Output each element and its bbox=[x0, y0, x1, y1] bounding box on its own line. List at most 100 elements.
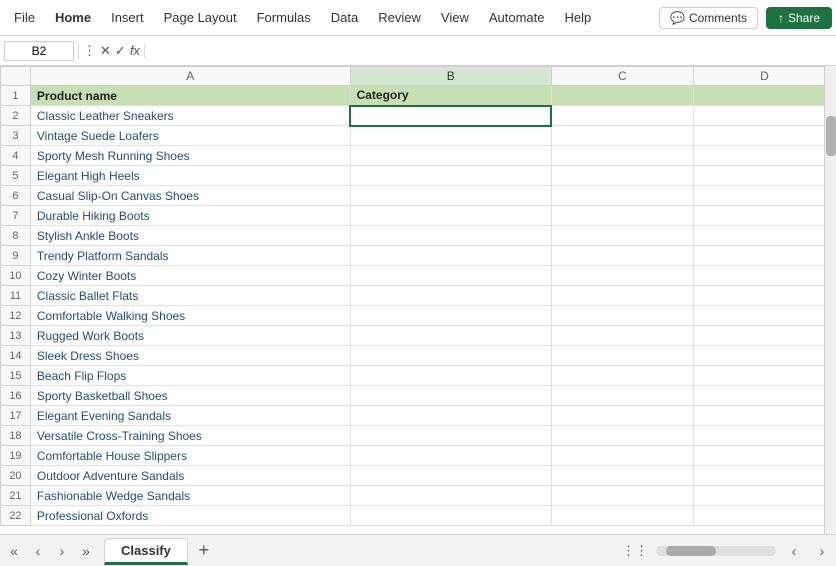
cell-d21[interactable] bbox=[693, 486, 835, 506]
scroll-left-button[interactable]: ‹ bbox=[784, 541, 804, 561]
header-col-c[interactable] bbox=[551, 86, 693, 106]
scroll-right-button[interactable]: › bbox=[812, 541, 832, 561]
cell-b21[interactable] bbox=[350, 486, 551, 506]
cell-c8[interactable] bbox=[551, 226, 693, 246]
cell-a16[interactable]: Sporty Basketball Shoes bbox=[30, 386, 350, 406]
cell-d14[interactable] bbox=[693, 346, 835, 366]
share-button[interactable]: ↑ Share bbox=[766, 7, 832, 29]
scrollbar-thumb[interactable] bbox=[666, 546, 716, 556]
horizontal-scrollbar[interactable] bbox=[656, 546, 776, 556]
cell-c18[interactable] bbox=[551, 426, 693, 446]
confirm-icon[interactable]: ✓ bbox=[115, 43, 126, 59]
menu-pagelayout[interactable]: Page Layout bbox=[154, 6, 247, 29]
cell-d2[interactable] bbox=[693, 106, 835, 126]
col-header-a[interactable]: A bbox=[30, 67, 350, 86]
cell-c3[interactable] bbox=[551, 126, 693, 146]
cell-d10[interactable] bbox=[693, 266, 835, 286]
header-category[interactable]: Category bbox=[350, 86, 551, 106]
cell-c6[interactable] bbox=[551, 186, 693, 206]
menu-formulas[interactable]: Formulas bbox=[247, 6, 321, 29]
col-header-b[interactable]: B bbox=[350, 67, 551, 86]
cell-d16[interactable] bbox=[693, 386, 835, 406]
cell-d18[interactable] bbox=[693, 426, 835, 446]
cell-d22[interactable] bbox=[693, 506, 835, 526]
menu-view[interactable]: View bbox=[431, 6, 479, 29]
cell-b2[interactable] bbox=[350, 106, 551, 126]
comments-button[interactable]: 💬 Comments bbox=[659, 7, 758, 29]
cell-b10[interactable] bbox=[350, 266, 551, 286]
cell-b9[interactable] bbox=[350, 246, 551, 266]
cell-d12[interactable] bbox=[693, 306, 835, 326]
cell-a21[interactable]: Fashionable Wedge Sandals bbox=[30, 486, 350, 506]
cell-d20[interactable] bbox=[693, 466, 835, 486]
menu-automate[interactable]: Automate bbox=[479, 6, 555, 29]
cell-b3[interactable] bbox=[350, 126, 551, 146]
scrollbar-track[interactable] bbox=[656, 546, 776, 556]
cell-a12[interactable]: Comfortable Walking Shoes bbox=[30, 306, 350, 326]
add-sheet-button[interactable]: + bbox=[192, 539, 216, 563]
cancel-icon[interactable]: ✕ bbox=[100, 43, 111, 59]
cell-a4[interactable]: Sporty Mesh Running Shoes bbox=[30, 146, 350, 166]
cell-b4[interactable] bbox=[350, 146, 551, 166]
cell-c15[interactable] bbox=[551, 366, 693, 386]
cell-c5[interactable] bbox=[551, 166, 693, 186]
cell-a13[interactable]: Rugged Work Boots bbox=[30, 326, 350, 346]
cell-b14[interactable] bbox=[350, 346, 551, 366]
cell-d15[interactable] bbox=[693, 366, 835, 386]
header-product-name[interactable]: Product name bbox=[30, 86, 350, 106]
cell-c4[interactable] bbox=[551, 146, 693, 166]
cell-a9[interactable]: Trendy Platform Sandals bbox=[30, 246, 350, 266]
tab-next-button[interactable]: › bbox=[52, 541, 72, 561]
name-box[interactable] bbox=[4, 41, 74, 61]
cell-b6[interactable] bbox=[350, 186, 551, 206]
cell-d3[interactable] bbox=[693, 126, 835, 146]
cell-b11[interactable] bbox=[350, 286, 551, 306]
cell-b12[interactable] bbox=[350, 306, 551, 326]
cell-d11[interactable] bbox=[693, 286, 835, 306]
cell-a17[interactable]: Elegant Evening Sandals bbox=[30, 406, 350, 426]
cell-a8[interactable]: Stylish Ankle Boots bbox=[30, 226, 350, 246]
col-header-d[interactable]: D bbox=[693, 67, 835, 86]
tab-prev-button[interactable]: ‹ bbox=[28, 541, 48, 561]
menu-insert[interactable]: Insert bbox=[101, 6, 154, 29]
cell-a19[interactable]: Comfortable House Slippers bbox=[30, 446, 350, 466]
cell-b22[interactable] bbox=[350, 506, 551, 526]
cell-a7[interactable]: Durable Hiking Boots bbox=[30, 206, 350, 226]
tab-last-button[interactable]: » bbox=[76, 541, 96, 561]
cell-c12[interactable] bbox=[551, 306, 693, 326]
cell-c22[interactable] bbox=[551, 506, 693, 526]
cell-b7[interactable] bbox=[350, 206, 551, 226]
cell-d19[interactable] bbox=[693, 446, 835, 466]
cell-c13[interactable] bbox=[551, 326, 693, 346]
cell-b5[interactable] bbox=[350, 166, 551, 186]
header-col-d[interactable] bbox=[693, 86, 835, 106]
cell-d7[interactable] bbox=[693, 206, 835, 226]
cell-b8[interactable] bbox=[350, 226, 551, 246]
formula-input[interactable] bbox=[149, 41, 832, 60]
vertical-scroll-thumb[interactable] bbox=[826, 116, 836, 156]
cell-c9[interactable] bbox=[551, 246, 693, 266]
more-options-icon[interactable]: ⋮ bbox=[83, 43, 96, 59]
cell-a3[interactable]: Vintage Suede Loafers bbox=[30, 126, 350, 146]
cell-b20[interactable] bbox=[350, 466, 551, 486]
cell-b19[interactable] bbox=[350, 446, 551, 466]
cell-d4[interactable] bbox=[693, 146, 835, 166]
cell-c7[interactable] bbox=[551, 206, 693, 226]
cell-d6[interactable] bbox=[693, 186, 835, 206]
cell-c11[interactable] bbox=[551, 286, 693, 306]
cell-d9[interactable] bbox=[693, 246, 835, 266]
cell-c2[interactable] bbox=[551, 106, 693, 126]
cell-a6[interactable]: Casual Slip-On Canvas Shoes bbox=[30, 186, 350, 206]
sheet-options-icon[interactable]: ⋮⋮ bbox=[622, 543, 648, 559]
cell-a2[interactable]: Classic Leather Sneakers bbox=[30, 106, 350, 126]
cell-a18[interactable]: Versatile Cross-Training Shoes bbox=[30, 426, 350, 446]
cell-d17[interactable] bbox=[693, 406, 835, 426]
cell-a22[interactable]: Professional Oxfords bbox=[30, 506, 350, 526]
cell-c14[interactable] bbox=[551, 346, 693, 366]
cell-d13[interactable] bbox=[693, 326, 835, 346]
cell-c21[interactable] bbox=[551, 486, 693, 506]
tab-first-button[interactable]: « bbox=[4, 541, 24, 561]
menu-help[interactable]: Help bbox=[555, 6, 602, 29]
menu-data[interactable]: Data bbox=[321, 6, 368, 29]
cell-d5[interactable] bbox=[693, 166, 835, 186]
